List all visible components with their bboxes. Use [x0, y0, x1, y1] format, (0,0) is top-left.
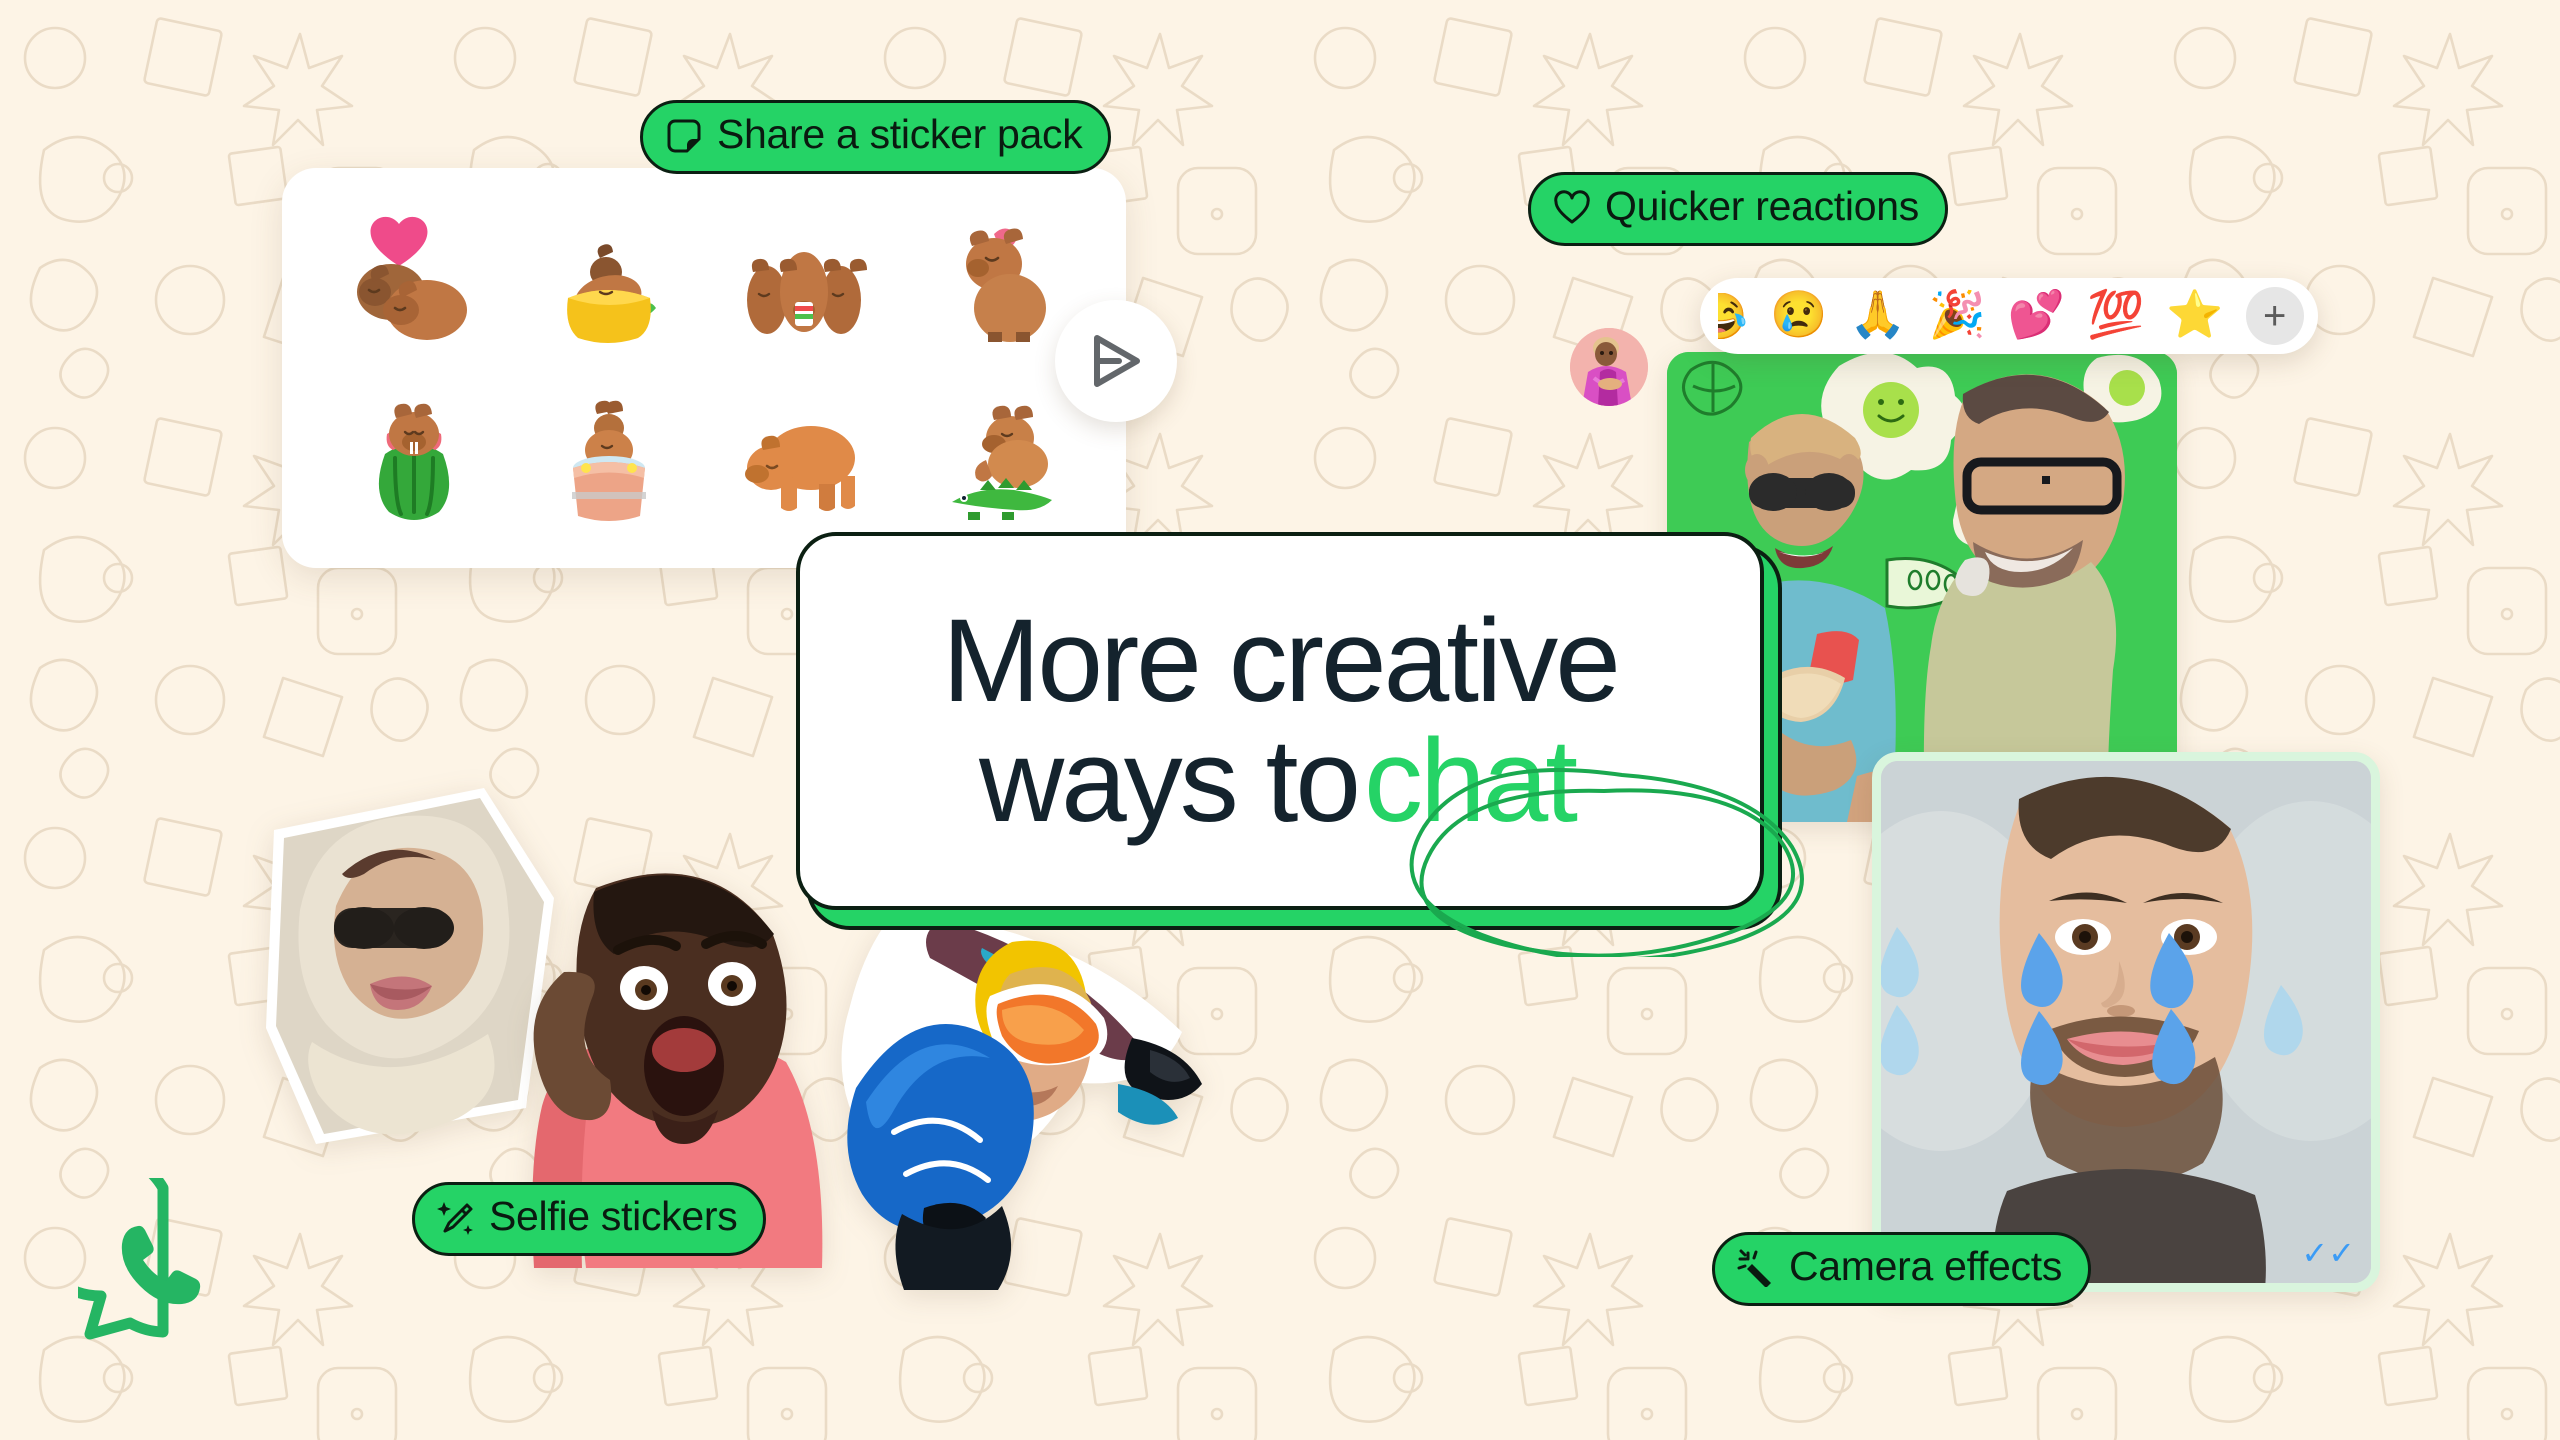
headline-line-1: More creative [942, 594, 1621, 727]
headline-line-2: ways tochat [834, 715, 1726, 847]
whatsapp-logo-icon [78, 1178, 201, 1340]
promo-canvas: ✓✓ 😂 😢 🙏 🎉 💕 💯 ⭐ + More creative ways to… [0, 0, 2560, 1440]
crying-face-emoji[interactable]: 😢 [1770, 291, 1827, 337]
sticker-grid [316, 194, 1096, 542]
headline-accent-word: chat [1364, 715, 1578, 847]
snowboarder-selfie-sticker [841, 920, 1202, 1290]
label-text: Selfie stickers [489, 1193, 738, 1239]
folded-hands-emoji[interactable]: 🙏 [1849, 291, 1906, 337]
star-emoji[interactable]: ⭐ [2166, 291, 2223, 337]
label-text: Share a sticker pack [717, 111, 1083, 157]
label-camera-effects[interactable]: Camera effects [1712, 1232, 2092, 1306]
label-quicker-reactions[interactable]: Quicker reactions [1528, 172, 1948, 246]
partial-emoji[interactable]: 😂 [1718, 293, 1748, 339]
sticker-capybara-trio-with-drink[interactable] [706, 194, 901, 368]
sticker-capybara-pair-with-heart[interactable] [316, 194, 511, 368]
sticker-capybara-standing[interactable] [706, 368, 901, 542]
label-text: Camera effects [1789, 1243, 2063, 1289]
sticker-capybara-in-watermelon[interactable] [316, 368, 511, 542]
headline-line-2-prefix: ways to [978, 715, 1361, 847]
sticker-capybara-in-taco[interactable] [511, 194, 706, 368]
send-button[interactable] [1055, 300, 1177, 422]
sticker-pack-panel[interactable] [282, 168, 1126, 568]
hundred-points-emoji[interactable]: 💯 [2087, 291, 2144, 337]
label-share-a-sticker-pack[interactable]: Share a sticker pack [640, 100, 1112, 174]
sticker-capybara-in-hot-tub[interactable] [511, 368, 706, 542]
camera-effects-photo: ✓✓ [1872, 752, 2380, 1292]
add-reaction-button[interactable]: + [2245, 287, 2304, 345]
read-receipt-ticks: ✓✓ [2301, 1235, 2355, 1271]
headline-card: More creative ways tochat [796, 532, 1804, 957]
label-selfie-stickers[interactable]: Selfie stickers [412, 1182, 767, 1256]
sticker-icon [665, 117, 703, 155]
avatar-reaction-sticker [1570, 328, 1648, 406]
party-popper-emoji[interactable]: 🎉 [1929, 291, 1986, 337]
reaction-bar[interactable]: 😂 😢 🙏 🎉 💕 💯 ⭐ + [1700, 278, 2318, 354]
page-headline: More creative ways tochat [800, 600, 1804, 957]
heart-outline-icon [1553, 189, 1591, 227]
label-text: Quicker reactions [1605, 183, 1919, 229]
magic-wand-icon [1737, 1249, 1775, 1287]
magic-wand-sparkle-icon [437, 1199, 475, 1237]
send-plane-icon [1094, 335, 1140, 387]
two-hearts-emoji[interactable]: 💕 [2008, 291, 2065, 337]
